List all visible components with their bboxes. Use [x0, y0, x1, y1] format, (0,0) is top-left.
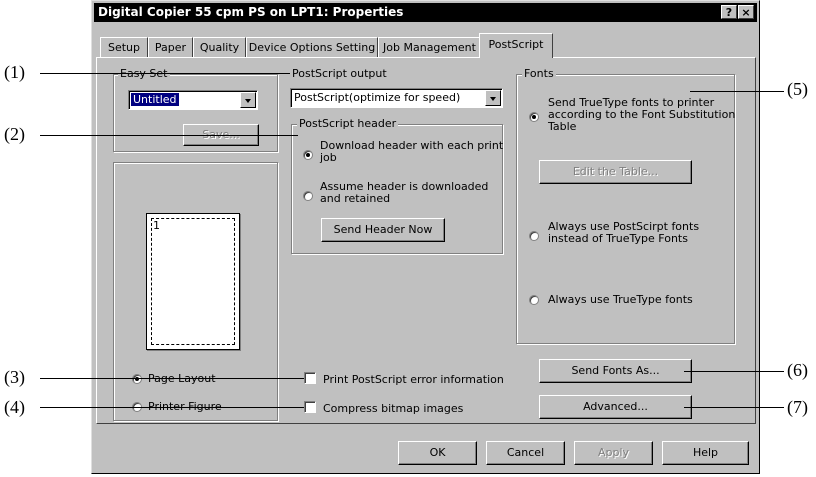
postscript-fonts-radio[interactable] [529, 231, 539, 241]
leader-line-5 [690, 91, 784, 92]
tab-paper[interactable]: Paper [148, 37, 193, 57]
postscript-output-dropdown[interactable]: PostScript(optimize for speed) [290, 88, 503, 108]
print-error-checkbox[interactable] [304, 372, 316, 384]
advanced-button[interactable]: Advanced... [539, 395, 692, 419]
fonts-label: Fonts [522, 67, 556, 80]
callout-5: (5) [787, 79, 808, 99]
postscript-output-value: PostScript(optimize for speed) [294, 91, 461, 104]
chevron-down-icon[interactable] [485, 90, 501, 106]
help-title-button[interactable]: ? [721, 5, 737, 19]
postscript-fonts-line2: instead of TrueType Fonts [548, 232, 688, 245]
truetype-fonts-radio[interactable] [529, 295, 539, 305]
send-fonts-as-button[interactable]: Send Fonts As... [539, 359, 692, 383]
page-preview: 1 [146, 213, 240, 350]
edit-table-button[interactable]: Edit the Table... [539, 160, 692, 184]
callout-6: (6) [787, 360, 808, 380]
leader-line-2 [40, 135, 298, 136]
leader-line-1 [40, 73, 290, 74]
ok-button[interactable]: OK [398, 441, 477, 465]
page-layout-radio[interactable] [132, 374, 142, 384]
tab-postscript[interactable]: PostScript [479, 33, 553, 58]
tab-quality[interactable]: Quality [193, 37, 246, 57]
tab-device-options[interactable]: Device Options Setting [246, 37, 378, 57]
postscript-header-label: PostScript header [297, 117, 399, 130]
compress-bitmap-checkbox[interactable] [304, 401, 316, 413]
send-truetype-radio[interactable] [529, 112, 539, 122]
close-icon[interactable]: × [738, 5, 754, 19]
send-truetype-line3: Table [548, 120, 577, 133]
tab-setup[interactable]: Setup [100, 37, 148, 57]
easy-set-dropdown[interactable]: Untitled [128, 90, 258, 110]
download-header-radio[interactable] [303, 150, 313, 160]
callout-7: (7) [787, 397, 808, 417]
assume-header-radio[interactable] [303, 191, 313, 201]
help-button[interactable]: Help [662, 441, 749, 465]
callout-4: (4) [4, 397, 25, 417]
title-bar[interactable]: Digital Copier 55 cpm PS on LPT1: Proper… [94, 3, 757, 22]
page-number: 1 [153, 219, 160, 232]
cancel-button[interactable]: Cancel [486, 441, 565, 465]
send-header-now-button[interactable]: Send Header Now [321, 218, 445, 242]
callout-3: (3) [4, 367, 25, 387]
callout-1: (1) [4, 62, 25, 82]
apply-button[interactable]: Apply [574, 441, 653, 465]
truetype-fonts-label: Always use TrueType fonts [548, 293, 693, 306]
compress-bitmap-label: Compress bitmap images [323, 402, 464, 415]
window-title: Digital Copier 55 cpm PS on LPT1: Proper… [98, 5, 404, 19]
assume-header-line2: and retained [320, 192, 391, 205]
postscript-output-label: PostScript output [292, 67, 387, 80]
download-header-line1: Download header with each print [320, 139, 504, 152]
callout-2: (2) [4, 124, 25, 144]
chevron-down-icon[interactable] [240, 92, 256, 108]
download-header-line2: job [320, 151, 337, 164]
page-margin-outline [151, 218, 235, 345]
print-error-label: Print PostScript error information [323, 373, 504, 386]
leader-line-4 [40, 407, 304, 408]
leader-line-6 [684, 371, 784, 372]
easy-set-value: Untitled [131, 93, 179, 106]
leader-line-7 [684, 407, 784, 408]
leader-line-3 [40, 378, 304, 379]
tab-job-management[interactable]: Job Management [378, 37, 481, 57]
